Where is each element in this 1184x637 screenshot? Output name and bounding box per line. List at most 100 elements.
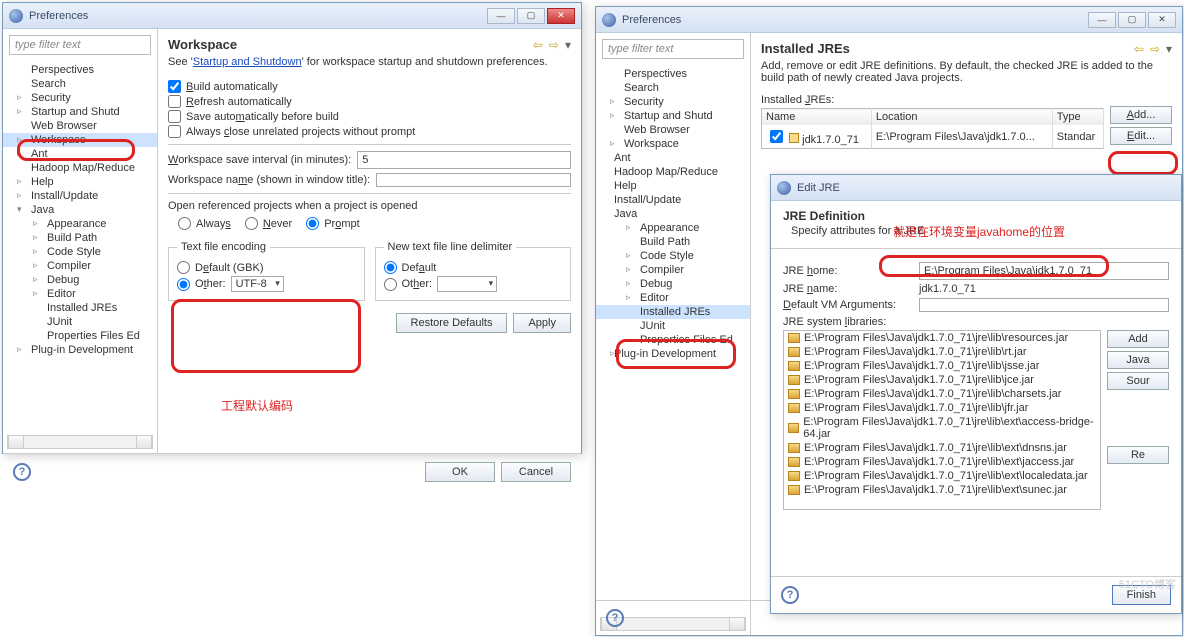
help-icon[interactable]: ? [781, 586, 799, 604]
workspace-name-input[interactable] [376, 173, 571, 187]
minimize-button[interactable]: — [1088, 12, 1116, 28]
col-type[interactable]: Type [1052, 109, 1103, 126]
tree-item[interactable]: Search [596, 81, 750, 95]
tree-item[interactable]: Debug [596, 277, 750, 291]
cancel-button[interactable]: Cancel [501, 462, 571, 482]
back-icon[interactable]: ⇦ [1134, 42, 1144, 56]
library-item[interactable]: E:\Program Files\Java\jdk1.7.0_71\jre\li… [784, 345, 1100, 359]
tree-item[interactable]: Installed JREs [3, 301, 157, 315]
tree-item[interactable]: Startup and Shutd [596, 109, 750, 123]
tree-item[interactable]: Appearance [3, 217, 157, 231]
tree-item[interactable]: Web Browser [596, 123, 750, 137]
close-button[interactable]: ✕ [1148, 12, 1176, 28]
tree-item[interactable]: Hadoop Map/Reduce [3, 161, 157, 175]
build-auto-checkbox[interactable]: BBuild automaticallyuild automatically [168, 80, 571, 93]
radio-never[interactable]: Never [245, 217, 292, 230]
apply-button[interactable]: Apply [513, 313, 571, 333]
save-before-build-checkbox[interactable]: Save automatically before build [168, 110, 571, 123]
col-location[interactable]: Location [871, 109, 1052, 126]
tree-item[interactable]: Properties Files Ed [3, 329, 157, 343]
tree-item[interactable]: Startup and Shutd [3, 105, 157, 119]
forward-icon[interactable]: ⇨ [549, 38, 559, 52]
tree-item[interactable]: Ant [3, 147, 157, 161]
add-jre-button[interactable]: Add... [1110, 106, 1172, 124]
jre-table[interactable]: NameLocationType jdk1.7.0_71 E:\Program … [761, 108, 1104, 149]
library-item[interactable]: E:\Program Files\Java\jdk1.7.0_71\jre\li… [784, 441, 1100, 455]
titlebar[interactable]: Preferences — ▢ ✕ [596, 7, 1182, 33]
tree-item[interactable]: Java [596, 207, 750, 221]
tree-item[interactable]: Compiler [596, 263, 750, 277]
tree-item[interactable]: Install/Update [3, 189, 157, 203]
tree-item[interactable]: Install/Update [596, 193, 750, 207]
library-item[interactable]: E:\Program Files\Java\jdk1.7.0_71\jre\li… [784, 415, 1100, 441]
tree-item[interactable]: Properties Files Ed [596, 333, 750, 347]
tree-item[interactable]: Appearance [596, 221, 750, 235]
tree-item[interactable]: Debug [3, 273, 157, 287]
ok-button[interactable]: OK [425, 462, 495, 482]
library-item[interactable]: E:\Program Files\Java\jdk1.7.0_71\jre\li… [784, 387, 1100, 401]
jre-home-input[interactable]: E:\Program Files\Java\jdk1.7.0_71 [919, 262, 1169, 280]
jre-checkbox[interactable] [770, 130, 783, 143]
tree-item[interactable]: Search [3, 77, 157, 91]
preferences-tree[interactable]: Perspectives Search Security Startup and… [3, 61, 157, 433]
tree-item-installed-jres[interactable]: Installed JREs [596, 305, 750, 319]
library-item[interactable]: E:\Program Files\Java\jdk1.7.0_71\jre\li… [784, 331, 1100, 345]
delimiter-combo[interactable] [437, 276, 497, 292]
tree-item[interactable]: Build Path [596, 235, 750, 249]
library-item[interactable]: E:\Program Files\Java\jdk1.7.0_71\jre\li… [784, 359, 1100, 373]
tree-item[interactable]: Code Style [3, 245, 157, 259]
tree-item[interactable]: JUnit [596, 319, 750, 333]
jre-row[interactable]: jdk1.7.0_71 E:\Program Files\Java\jdk1.7… [762, 125, 1104, 149]
filter-input[interactable]: type filter text [602, 39, 744, 59]
radio-enc-other[interactable]: Other: UTF-8 [177, 276, 356, 292]
preferences-tree[interactable]: Perspectives Search Security Startup and… [596, 65, 750, 615]
startup-shutdown-link[interactable]: Startup and Shutdown [193, 56, 302, 68]
help-icon[interactable]: ? [606, 609, 624, 627]
save-interval-input[interactable]: 5 [357, 151, 571, 169]
tree-item[interactable]: Editor [3, 287, 157, 301]
tree-item[interactable]: Web Browser [3, 119, 157, 133]
lib-javadoc-button[interactable]: Java [1107, 351, 1169, 369]
tree-item[interactable]: Help [3, 175, 157, 189]
titlebar[interactable]: Preferences — ▢ ✕ [3, 3, 581, 29]
col-name[interactable]: Name [762, 109, 872, 126]
tree-item[interactable]: Build Path [3, 231, 157, 245]
library-item[interactable]: E:\Program Files\Java\jdk1.7.0_71\jre\li… [784, 373, 1100, 387]
radio-delim-default[interactable]: Default [384, 261, 563, 274]
titlebar[interactable]: Edit JRE [771, 175, 1181, 201]
radio-prompt[interactable]: Prompt [306, 217, 359, 230]
radio-delim-other[interactable]: Other: [384, 276, 563, 292]
library-item[interactable]: E:\Program Files\Java\jdk1.7.0_71\jre\li… [784, 455, 1100, 469]
library-item[interactable]: E:\Program Files\Java\jdk1.7.0_71\jre\li… [784, 401, 1100, 415]
help-icon[interactable]: ? [13, 463, 31, 481]
tree-item[interactable]: Compiler [3, 259, 157, 273]
forward-icon[interactable]: ⇨ [1150, 42, 1160, 56]
tree-item[interactable]: Plug-in Development [3, 343, 157, 357]
tree-item[interactable]: Help [596, 179, 750, 193]
radio-enc-default[interactable]: Default (GBK) [177, 261, 356, 274]
tree-item-java[interactable]: Java [3, 203, 157, 217]
refresh-auto-checkbox[interactable]: Refresh automatically [168, 95, 571, 108]
tree-item[interactable]: Plug-in Development [596, 347, 750, 361]
library-item[interactable]: E:\Program Files\Java\jdk1.7.0_71\jre\li… [784, 483, 1100, 497]
lib-remove-button[interactable]: Re [1107, 446, 1169, 464]
lib-add-button[interactable]: Add [1107, 330, 1169, 348]
radio-always[interactable]: Always [178, 217, 231, 230]
close-unrelated-checkbox[interactable]: Always close unrelated projects without … [168, 125, 571, 138]
minimize-button[interactable]: — [487, 8, 515, 24]
tree-item[interactable]: Ant [596, 151, 750, 165]
tree-item[interactable]: Perspectives [3, 63, 157, 77]
library-item[interactable]: E:\Program Files\Java\jdk1.7.0_71\jre\li… [784, 469, 1100, 483]
filter-input[interactable]: type filter text [9, 35, 151, 55]
system-libraries-list[interactable]: E:\Program Files\Java\jdk1.7.0_71\jre\li… [783, 330, 1101, 510]
encoding-combo[interactable]: UTF-8 [231, 276, 284, 292]
edit-jre-button[interactable]: Edit... [1110, 127, 1172, 145]
tree-item[interactable]: Security [3, 91, 157, 105]
tree-item[interactable]: Hadoop Map/Reduce [596, 165, 750, 179]
default-vm-args-input[interactable] [919, 298, 1169, 312]
maximize-button[interactable]: ▢ [517, 8, 545, 24]
tree-item-workspace[interactable]: Workspace [3, 133, 157, 147]
lib-source-button[interactable]: Sour [1107, 372, 1169, 390]
back-icon[interactable]: ⇦ [533, 38, 543, 52]
tree-item[interactable]: JUnit [3, 315, 157, 329]
